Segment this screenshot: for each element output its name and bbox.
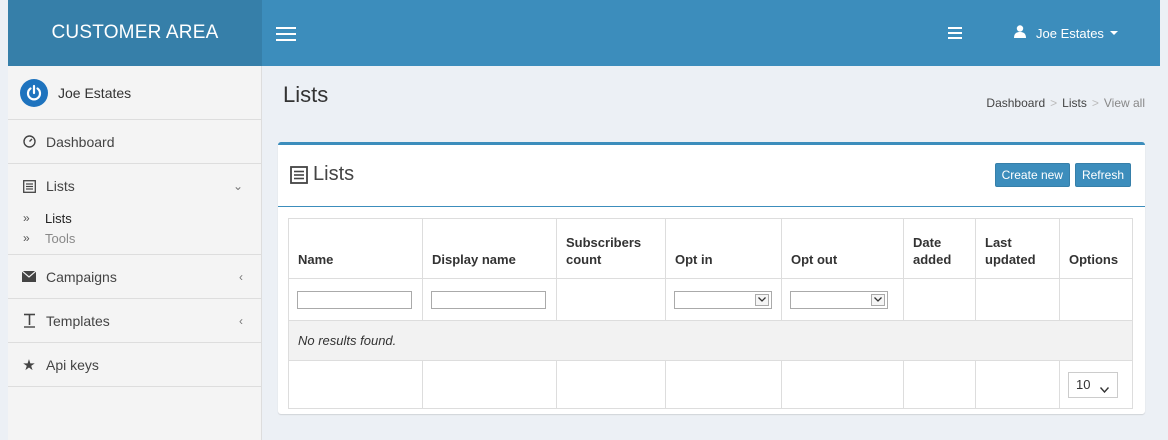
name-filter-input[interactable]: [297, 290, 412, 309]
sidebar-item-campaigns[interactable]: Campaigns ‹: [8, 255, 261, 299]
column-header-date-added[interactable]: Date added: [903, 218, 976, 279]
chevron-down-icon: ⌄: [232, 179, 243, 193]
page-size-value: 10: [1076, 377, 1091, 392]
lists-box: Lists Create new Refresh Name Display na…: [278, 142, 1145, 414]
text-icon: [20, 313, 38, 328]
breadcrumb-separator: >: [1091, 96, 1099, 110]
box-tools: Create new Refresh: [994, 163, 1131, 187]
breadcrumb-lists[interactable]: Lists: [1062, 96, 1087, 110]
opt-in-filter-select[interactable]: [674, 290, 772, 309]
brand-logo[interactable]: CUSTOMER AREA: [8, 0, 262, 66]
double-chevron-right-icon: »: [23, 211, 30, 225]
box-header: Lists Create new Refresh: [278, 145, 1145, 207]
user-panel: Joe Estates: [8, 66, 261, 120]
empty-row: No results found.: [288, 320, 1133, 361]
filter-row: [288, 278, 1133, 321]
chevron-left-icon: ‹: [239, 269, 243, 284]
sidebar-item-label: Api keys: [46, 356, 99, 373]
box-title-text: Lists: [313, 163, 355, 185]
sidebar-item-api-keys[interactable]: ★ Api keys: [8, 343, 261, 387]
list-icon: [290, 165, 308, 184]
sidebar: Joe Estates Dashboard Lists ⌄ » Lists » …: [8, 66, 262, 440]
box-title: Lists: [290, 163, 354, 186]
chevron-down-icon: [1099, 381, 1110, 396]
menu-toggle-icon[interactable]: [276, 27, 296, 41]
top-navbar: Joe Estates: [262, 0, 1160, 66]
breadcrumb: Dashboard > Lists > View all: [986, 96, 1145, 110]
opt-out-filter-select[interactable]: [790, 290, 888, 309]
empty-message: No results found.: [288, 320, 1133, 361]
sidebar-item-label: Templates: [46, 312, 110, 329]
sidebar-subitem-label: Lists: [45, 210, 72, 226]
create-new-button[interactable]: Create new: [994, 163, 1070, 187]
column-header-options: Options: [1059, 218, 1133, 279]
page-title: Lists: [283, 82, 329, 107]
column-header-name[interactable]: Name: [288, 218, 423, 279]
breadcrumb-current: View all: [1103, 96, 1145, 110]
chevron-left-icon: ‹: [239, 313, 243, 328]
table-header-row: Name Display name Subscribers count Opt …: [288, 218, 1133, 279]
list-icon: [20, 179, 38, 193]
dashboard-icon: [20, 135, 38, 148]
user-menu[interactable]: Joe Estates: [1014, 0, 1118, 66]
chevron-down-icon: [755, 293, 769, 306]
brand-text: CUSTOMER AREA: [51, 22, 219, 43]
chevron-down-icon: [871, 293, 885, 306]
sidebar-subitem-lists[interactable]: » Lists: [8, 208, 261, 228]
double-chevron-right-icon: »: [23, 231, 30, 245]
column-header-subscribers-count[interactable]: Subscribers count: [556, 218, 666, 279]
refresh-button[interactable]: Refresh: [1074, 163, 1131, 187]
sidebar-item-lists[interactable]: Lists ⌄: [8, 164, 261, 208]
notifications-list-icon[interactable]: [948, 27, 962, 39]
chevron-down-icon: [1109, 31, 1118, 35]
column-header-last-updated[interactable]: Last updated: [975, 218, 1060, 279]
breadcrumb-dashboard[interactable]: Dashboard: [986, 96, 1045, 110]
column-header-display-name[interactable]: Display name: [422, 218, 557, 279]
star-icon: ★: [22, 356, 36, 374]
sidebar-item-label: Campaigns: [46, 268, 117, 285]
column-header-opt-in[interactable]: Opt in: [665, 218, 782, 279]
sidebar-subitem-tools[interactable]: » Tools: [8, 228, 261, 248]
sidebar-subitem-label: Tools: [45, 230, 76, 246]
sidebar-item-dashboard[interactable]: Dashboard: [8, 120, 261, 164]
content-header: Lists Dashboard > Lists > View all: [262, 66, 1160, 122]
column-header-opt-out[interactable]: Opt out: [781, 218, 904, 279]
lists-table: Name Display name Subscribers count Opt …: [288, 218, 1133, 409]
sidebar-item-label: Lists: [46, 178, 75, 194]
breadcrumb-separator: >: [1050, 96, 1058, 110]
user-menu-name: Joe Estates: [1036, 25, 1104, 41]
display-name-filter-input[interactable]: [431, 290, 546, 309]
lists-submenu: » Lists » Tools: [8, 208, 261, 255]
sidebar-item-label: Dashboard: [46, 133, 115, 150]
page-size-select[interactable]: 10: [1068, 371, 1118, 398]
user-icon: [1014, 25, 1026, 41]
sidebar-item-templates[interactable]: Templates ‹: [8, 299, 261, 343]
power-icon: [20, 78, 48, 107]
sidebar-user-name: Joe Estates: [58, 84, 132, 101]
table-footer-row: 10: [288, 360, 1133, 409]
envelope-icon: [20, 271, 38, 282]
